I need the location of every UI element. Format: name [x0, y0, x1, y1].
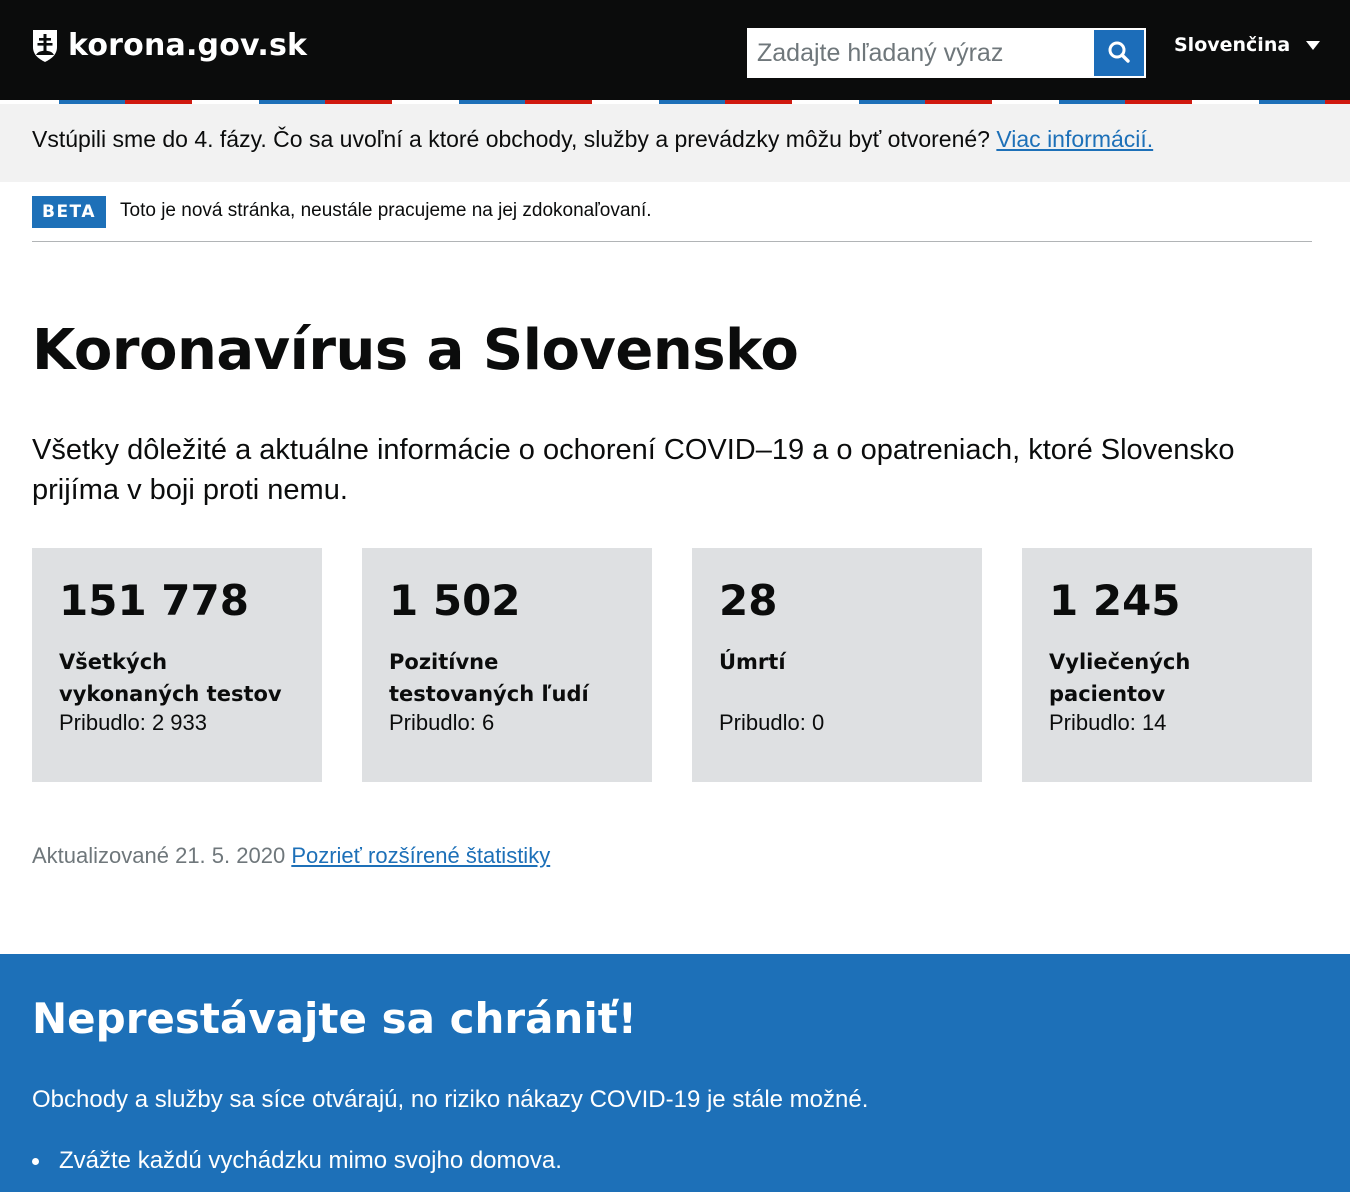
- stat-label: Všetkých vykonaných testov: [59, 650, 282, 706]
- beta-tag: BETA: [32, 196, 106, 228]
- stat-value: 1 502: [389, 576, 521, 625]
- stat-card-recovered: 1 245 Vyliečených pacientov Pribudlo: 14: [1022, 548, 1312, 782]
- search-icon: [1107, 40, 1131, 67]
- stat-delta: Pribudlo: 2 933: [59, 710, 207, 735]
- stat-label: Vyliečených pacientov: [1049, 650, 1191, 706]
- protect-title: Neprestávajte sa chrániť!: [32, 994, 637, 1043]
- last-updated-text: Aktualizované 21. 5. 2020: [32, 843, 286, 868]
- stat-label: Úmrtí: [719, 650, 786, 674]
- site-header: korona.gov.sk Slovenčina: [0, 0, 1350, 100]
- protect-list: Zvážte každú vychádzku mimo svojho domov…: [32, 1146, 562, 1176]
- coat-of-arms-icon: [32, 29, 58, 63]
- stat-delta: Pribudlo: 14: [1049, 710, 1167, 735]
- stats-panel: 151 778 Všetkých vykonaných testov Pribu…: [32, 548, 1312, 782]
- search-button[interactable]: [1094, 28, 1146, 78]
- phase-banner: Vstúpili sme do 4. fázy. Čo sa uvoľní a …: [0, 104, 1350, 182]
- chevron-down-icon: [1306, 40, 1321, 50]
- site-logo-link[interactable]: korona.gov.sk: [32, 28, 307, 63]
- stat-value: 151 778: [59, 576, 249, 625]
- beta-text: Toto je nová stránka, neustále pracujeme…: [120, 200, 652, 221]
- extended-stats-link[interactable]: Pozrieť rozšírené štatistiky: [291, 843, 550, 868]
- stat-value: 1 245: [1049, 576, 1181, 625]
- site-name: korona.gov.sk: [68, 28, 308, 63]
- language-label: Slovenčina: [1174, 34, 1291, 56]
- search-form: [747, 28, 1146, 78]
- phase-banner-text: Vstúpili sme do 4. fázy. Čo sa uvoľní a …: [32, 126, 1153, 153]
- page-title: Koronavírus a Slovensko: [32, 318, 799, 383]
- protect-text: Obchody a služby sa síce otvárajú, no ri…: [32, 1086, 869, 1113]
- search-input[interactable]: [747, 28, 1094, 78]
- more-info-link[interactable]: Viac informácií.: [996, 126, 1153, 152]
- stat-label: Pozitívne testovaných ľudí: [389, 650, 589, 706]
- list-item: Zvážte každú vychádzku mimo svojho domov…: [32, 1146, 562, 1176]
- protect-section: Neprestávajte sa chrániť! Obchody a služ…: [0, 954, 1350, 1192]
- stat-value: 28: [719, 576, 778, 625]
- stat-card-deaths: 28 Úmrtí Pribudlo: 0: [692, 548, 982, 782]
- beta-banner: BETA Toto je nová stránka, neustále prac…: [32, 182, 1312, 242]
- stat-card-positive: 1 502 Pozitívne testovaných ľudí Pribudl…: [362, 548, 652, 782]
- stat-card-tests: 151 778 Všetkých vykonaných testov Pribu…: [32, 548, 322, 782]
- stat-delta: Pribudlo: 0: [719, 710, 825, 735]
- stat-delta: Pribudlo: 6: [389, 710, 495, 735]
- language-selector[interactable]: Slovenčina: [1174, 34, 1321, 56]
- last-updated: Aktualizované 21. 5. 2020 Pozrieť rozšír…: [32, 843, 550, 869]
- page-lead: Všetky dôležité a aktuálne informácie o …: [32, 434, 1235, 506]
- phase-banner-message: Vstúpili sme do 4. fázy. Čo sa uvoľní a …: [32, 126, 990, 152]
